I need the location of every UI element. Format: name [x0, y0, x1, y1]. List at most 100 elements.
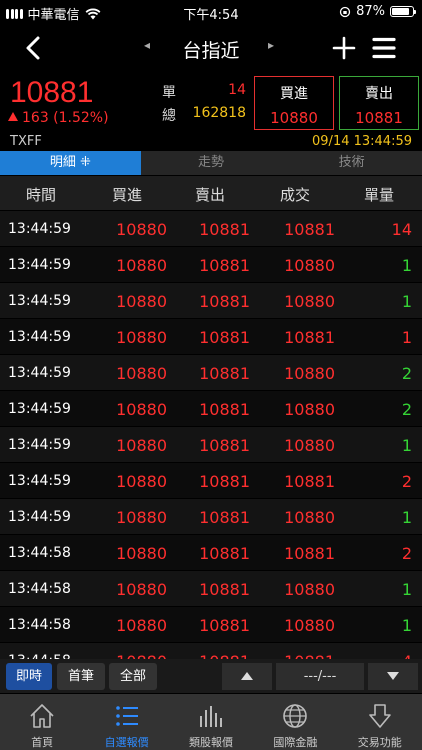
cell-bid: 10880 [116, 256, 167, 275]
cell-time: 13:44:59 [8, 401, 71, 417]
table-row: 13:44:58 10880 10881 10881 2 [0, 535, 422, 571]
bar-chart-icon [199, 706, 222, 727]
table-row: 13:44:59 10880 10881 10880 2 [0, 355, 422, 391]
cell-deal: 10880 [284, 256, 335, 275]
tab-details[interactable]: 明細 ⁜ [0, 151, 141, 175]
cell-time: 13:44:58 [8, 545, 71, 561]
all-button[interactable]: 全部 [109, 663, 157, 690]
cell-ask: 10881 [199, 652, 250, 659]
header-volume: 單量 [364, 186, 395, 204]
cell-time: 13:44:59 [8, 257, 71, 273]
cell-ask: 10881 [199, 616, 250, 635]
tab-technical[interactable]: 技術 [281, 151, 422, 175]
cell-volume: 2 [401, 544, 412, 563]
globe-icon [283, 704, 308, 728]
cell-bid: 10880 [116, 580, 167, 599]
cell-ask: 10881 [199, 400, 250, 419]
tabbar-label: 首頁 [31, 736, 54, 749]
cell-ask: 10881 [199, 220, 250, 239]
tab-trend[interactable]: 走勢 [141, 151, 282, 175]
contract-symbol: TXFF [10, 134, 42, 149]
status-bar: 中華電信 下午4:54 87% [0, 0, 422, 24]
cell-volume: 1 [401, 256, 412, 275]
tabbar-item-international[interactable]: 國際金融 [253, 694, 337, 750]
tabbar-label: 類股報價 [188, 736, 233, 749]
cell-time: 13:44:59 [8, 365, 71, 381]
cell-ask: 10881 [199, 472, 250, 491]
cell-time: 13:44:58 [8, 581, 71, 597]
header-ask: 賣出 [195, 186, 226, 204]
cell-deal: 10880 [284, 508, 335, 527]
page-title: 台指近 [182, 40, 240, 62]
last-price: 10881 [10, 76, 94, 109]
cell-bid: 10880 [116, 436, 167, 455]
cell-time: 13:44:59 [8, 293, 71, 309]
cell-volume: 1 [401, 292, 412, 311]
tabbar-label: 自選報價 [104, 736, 149, 749]
cell-ask: 10881 [199, 580, 250, 599]
table-row: 13:44:59 10880 10881 10881 14 [0, 211, 422, 247]
sell-label: 賣出 [365, 86, 393, 102]
cell-deal: 10881 [284, 220, 335, 239]
realtime-button[interactable]: 即時 [6, 663, 52, 690]
cell-ask: 10881 [199, 508, 250, 527]
cell-ask: 10881 [199, 436, 250, 455]
cell-time: 13:44:59 [8, 221, 71, 237]
table-row: 13:44:59 10880 10881 10880 1 [0, 283, 422, 319]
table-row: 13:44:58 10880 10881 10880 1 [0, 607, 422, 643]
quote-panel: 10881 163 (1.52%) TXFF 單 14 總 162818 買進 … [0, 72, 422, 150]
price-change: 163 (1.52%) [8, 110, 109, 126]
tick-list[interactable]: 13:44:59 10880 10881 10881 1 4 13:44:59 10880 10… [0, 211, 422, 659]
tabbar-item-sectors[interactable]: 類股報價 [169, 694, 253, 750]
table-row: 13:44:59 10880 10881 10880 1 [0, 247, 422, 283]
bottom-toolbar: 即時 首筆 全部 ---/--- [0, 659, 422, 693]
cell-volume: 1 [401, 436, 412, 455]
cell-bid: 10880 [116, 400, 167, 419]
cell-deal: 10880 [284, 436, 335, 455]
single-volume-value: 14 [228, 82, 246, 98]
cell-ask: 10881 [199, 256, 250, 275]
cell-bid: 10880 [116, 364, 167, 383]
sell-price-box[interactable]: 賣出 10881 [339, 76, 419, 130]
cell-bid: 10880 [116, 328, 167, 347]
single-volume-label: 單 [162, 85, 176, 101]
header-deal: 成交 [280, 186, 311, 204]
page-up-button[interactable] [222, 663, 272, 690]
add-icon[interactable] [332, 36, 356, 60]
total-volume-value: 162818 [192, 105, 246, 121]
first-record-button[interactable]: 首筆 [57, 663, 105, 690]
buy-price-box[interactable]: 買進 10880 [254, 76, 334, 130]
cell-bid: 10880 [116, 472, 167, 491]
cell-deal: 10881 [284, 328, 335, 347]
tabbar-item-trading[interactable]: 交易功能 [338, 694, 422, 750]
cell-bid: 10880 [116, 292, 167, 311]
cell-deal: 10881 [284, 652, 335, 659]
header-bid: 買進 [112, 186, 143, 204]
cell-volume: 1 [401, 616, 412, 635]
table-row: 13:44:58 10880 10881 10880 1 [0, 571, 422, 607]
next-symbol-arrow[interactable]: ▸ [268, 38, 274, 52]
page-down-button[interactable] [368, 663, 418, 690]
header-time: 時間 [26, 186, 57, 204]
home-icon [30, 704, 54, 728]
up-triangle-icon [8, 112, 18, 121]
cell-deal: 10880 [284, 580, 335, 599]
buy-value: 10880 [270, 109, 318, 127]
price-change-value: 163 (1.52%) [22, 110, 109, 126]
triangle-up-icon [241, 672, 253, 680]
total-volume-label: 總 [162, 108, 176, 124]
table-row: 13:44:59 10880 10881 10881 2 [0, 463, 422, 499]
battery-percent: 87% [356, 4, 385, 19]
cell-volume: 1 [401, 328, 412, 347]
tabbar-item-home[interactable]: 首頁 [0, 694, 84, 750]
cell-volume: 2 [401, 364, 412, 383]
cell-volume: 4 [402, 652, 412, 659]
menu-icon[interactable] [372, 36, 396, 60]
battery-icon [390, 6, 416, 17]
tabbar-item-watchlist[interactable]: 自選報價 [84, 694, 168, 750]
cell-ask: 10881 [199, 292, 250, 311]
tab-bar: 首頁 自選報價 類股報價 國際金融 交易功能 [0, 694, 422, 750]
table-row: 13:44:581088010881108814 [0, 643, 422, 659]
cell-bid: 10880 [116, 616, 167, 635]
page-indicator: ---/--- [276, 663, 364, 690]
